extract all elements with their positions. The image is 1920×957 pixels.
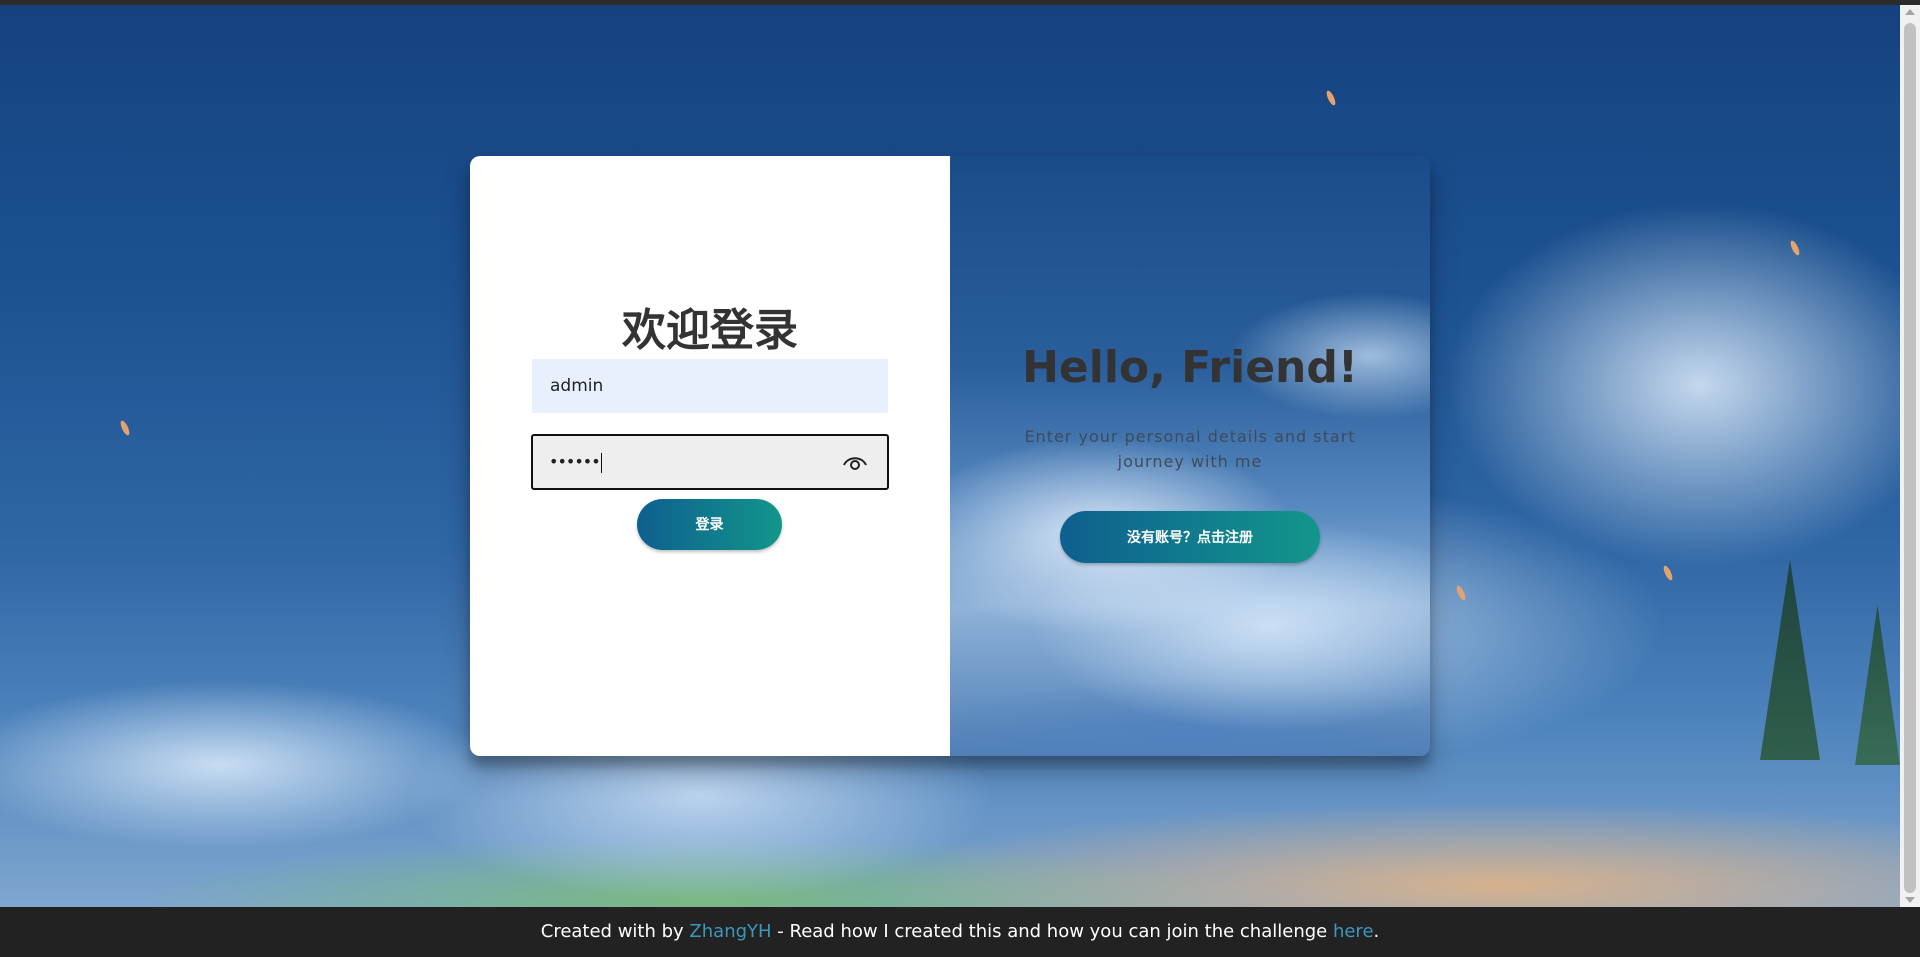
tree-illustration — [1760, 560, 1820, 760]
eye-icon[interactable] — [843, 453, 867, 473]
footer-suffix: . — [1373, 921, 1380, 942]
tree-illustration — [1855, 605, 1900, 765]
login-title: 欢迎登录 — [622, 305, 798, 356]
username-input[interactable] — [532, 359, 888, 413]
vertical-scrollbar[interactable] — [1900, 5, 1920, 907]
petal-decoration — [1788, 239, 1802, 257]
login-container: 欢迎登录 •••••• 登录 Hello, Friend! Enter your… — [470, 156, 1430, 756]
password-field[interactable]: •••••• — [531, 434, 889, 490]
scroll-up-icon[interactable] — [1905, 9, 1915, 15]
footer-prefix: Created with by — [540, 921, 690, 942]
password-value[interactable]: •••••• — [549, 452, 602, 473]
petal-decoration — [1454, 584, 1468, 602]
text-caret — [600, 452, 602, 473]
scrollbar-thumb[interactable] — [1904, 23, 1916, 893]
petal-decoration — [118, 419, 132, 437]
overlay-title: Hello, Friend! — [1022, 342, 1358, 393]
sign-in-panel: 欢迎登录 •••••• 登录 — [470, 156, 950, 756]
register-button[interactable]: 没有账号？点击注册 — [1060, 511, 1320, 563]
login-button[interactable]: 登录 — [637, 499, 782, 550]
footer: Created with by ZhangYH - Read how I cre… — [0, 907, 1920, 957]
overlay-description: Enter your personal details and start jo… — [1024, 427, 1356, 471]
here-link[interactable]: here — [1333, 921, 1374, 942]
petal-decoration — [1661, 564, 1675, 582]
author-link[interactable]: ZhangYH — [689, 921, 771, 942]
footer-middle: - Read how I created this and how you ca… — [771, 921, 1333, 942]
scroll-down-icon[interactable] — [1905, 897, 1915, 903]
petal-decoration — [1324, 89, 1338, 107]
overlay-panel: Hello, Friend! Enter your personal detai… — [950, 156, 1430, 756]
